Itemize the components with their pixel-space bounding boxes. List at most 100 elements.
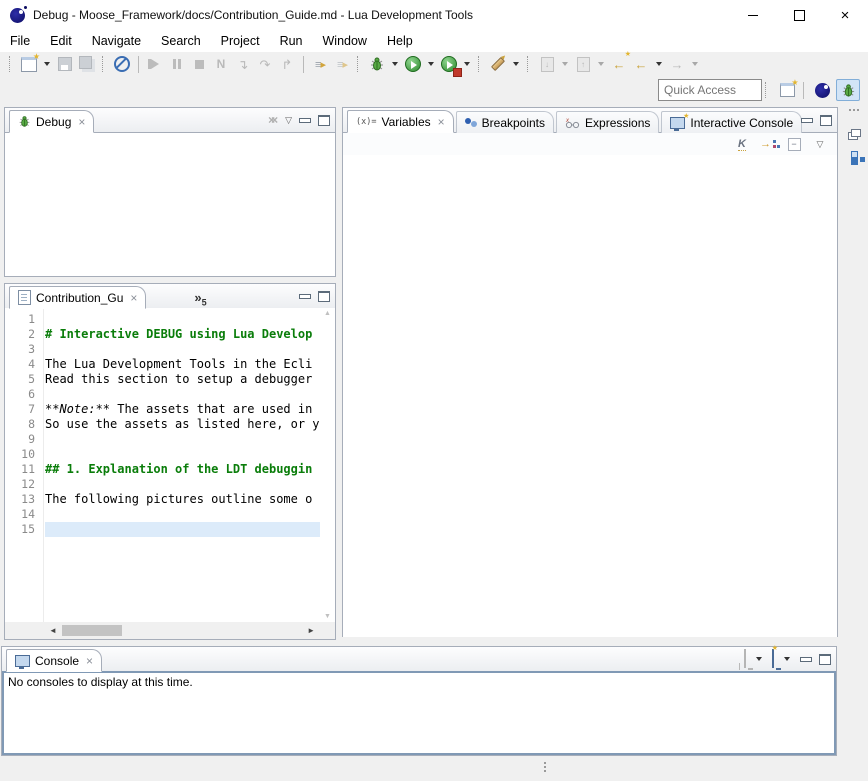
maximize-view-icon[interactable] — [820, 115, 832, 126]
maximize-window-button[interactable] — [776, 0, 822, 30]
external-tools-dropdown[interactable] — [513, 62, 519, 66]
lua-perspective-button[interactable] — [810, 79, 834, 101]
debug-launch-dropdown[interactable] — [392, 62, 398, 66]
minimize-view-icon[interactable] — [299, 118, 311, 123]
tab-console[interactable]: Console × — [6, 649, 102, 672]
maximize-view-icon[interactable] — [819, 654, 831, 665]
new-wizard-dropdown[interactable] — [44, 62, 50, 66]
line-number: 5 — [5, 372, 45, 387]
editor-line[interactable]: 14 — [5, 507, 320, 522]
editor-line[interactable]: 2# Interactive DEBUG using Lua Develop — [5, 327, 320, 342]
minimize-window-button[interactable] — [730, 0, 776, 30]
menu-search[interactable]: Search — [151, 32, 211, 50]
console-body[interactable]: No consoles to display at this time. — [2, 671, 836, 755]
editor-line[interactable]: 8So use the assets as listed here, or y — [5, 417, 320, 432]
run-launch-dropdown[interactable] — [428, 62, 434, 66]
suspend-button — [167, 54, 187, 74]
maximize-view-icon[interactable] — [318, 115, 330, 126]
close-window-button[interactable]: × — [822, 0, 868, 30]
editor-line[interactable]: 10 — [5, 447, 320, 462]
console-panel: Console × ★ No consoles to display at th… — [1, 646, 837, 756]
close-tab-icon[interactable]: × — [86, 654, 93, 668]
show-logical-structures-button[interactable]: → — [759, 135, 777, 153]
menu-run[interactable]: Run — [270, 32, 313, 50]
main-toolbar: N ↴ ↷ ↱ ≡▸ ≡▸ ↓ ↑ ← ← → — [0, 52, 868, 76]
menu-project[interactable]: Project — [211, 32, 270, 50]
last-edit-location-button[interactable]: ← — [609, 54, 629, 74]
collapse-all-button[interactable]: − — [785, 135, 803, 153]
scroll-up-icon[interactable]: ▲ — [324, 310, 331, 317]
debug-perspective-button[interactable] — [836, 79, 860, 101]
menu-file[interactable]: File — [0, 32, 40, 50]
minimize-view-icon[interactable] — [801, 118, 813, 123]
tab-breakpoints[interactable]: Breakpoints — [456, 111, 554, 133]
toolbar-grip — [102, 56, 107, 72]
tab-contribution-guide[interactable]: Contribution_Gu × — [9, 286, 146, 309]
scrollbar-thumb[interactable] — [62, 625, 122, 636]
back-button[interactable]: ← — [631, 54, 651, 74]
menu-edit[interactable]: Edit — [40, 32, 82, 50]
toolbar-grip — [9, 56, 14, 72]
editor-line[interactable]: 4The Lua Development Tools in the Ecli — [5, 357, 320, 372]
run-launch-button[interactable] — [403, 54, 423, 74]
open-console-button[interactable]: ★ — [772, 650, 774, 668]
scroll-left-icon[interactable]: ◄ — [49, 626, 57, 635]
variables-body[interactable] — [343, 155, 837, 637]
open-console-dropdown[interactable] — [784, 657, 790, 661]
minimize-view-icon[interactable] — [800, 657, 812, 662]
view-menu-icon[interactable]: ▽ — [285, 115, 292, 126]
menu-window[interactable]: Window — [313, 32, 377, 50]
editor-line[interactable]: 5Read this section to setup a debugger — [5, 372, 320, 387]
scroll-right-icon[interactable]: ► — [307, 626, 315, 635]
editor-line[interactable]: 15 — [5, 522, 320, 537]
restore-views-button[interactable] — [846, 125, 862, 143]
run-without-debug-button[interactable] — [439, 54, 459, 74]
open-perspective-button[interactable] — [775, 79, 799, 101]
tab-expressions[interactable]: x Expressions — [556, 111, 659, 133]
strip-drag-handle[interactable] — [849, 109, 859, 119]
tab-interactive-console[interactable]: ★ Interactive Console — [661, 111, 802, 133]
close-tab-icon[interactable]: × — [130, 291, 137, 305]
menu-help[interactable]: Help — [377, 32, 423, 50]
remove-terminated-launches-icon: ×× — [268, 113, 278, 127]
scroll-down-icon[interactable]: ▼ — [324, 613, 331, 620]
debug-launch-button[interactable] — [367, 54, 387, 74]
editor-line[interactable]: 11## 1. Explanation of the LDT debuggin — [5, 462, 320, 477]
menu-navigate[interactable]: Navigate — [82, 32, 151, 50]
display-selected-console-button[interactable] — [744, 650, 746, 668]
close-tab-icon[interactable]: × — [78, 115, 85, 129]
use-step-filters-button[interactable]: ≡▸ — [310, 54, 330, 74]
hidden-editors-chevron[interactable]: »5 — [194, 290, 206, 308]
maximize-view-icon[interactable] — [318, 291, 330, 302]
line-text — [45, 387, 320, 402]
editor-header-controls — [299, 284, 330, 308]
close-tab-icon[interactable]: × — [438, 115, 445, 129]
editor-line[interactable]: 1 — [5, 312, 320, 327]
outline-view-button[interactable] — [846, 145, 862, 163]
skip-all-breakpoints-button[interactable] — [112, 54, 132, 74]
editor-line[interactable]: 3 — [5, 342, 320, 357]
save-all-button — [77, 54, 97, 74]
run-without-debug-dropdown[interactable] — [464, 62, 470, 66]
editor-line[interactable]: 13The following pictures outline some o — [5, 492, 320, 507]
editor-horizontal-scrollbar[interactable]: ◄ ► — [5, 622, 335, 639]
external-tools-button[interactable] — [488, 54, 508, 74]
editor-line[interactable]: 12 — [5, 477, 320, 492]
editor-lines[interactable]: 12# Interactive DEBUG using Lua Develop3… — [5, 308, 320, 622]
variables-view-menu-button[interactable]: ▽ — [811, 135, 829, 153]
tab-variables[interactable]: (x)= Variables × — [347, 110, 454, 133]
tab-debug[interactable]: Debug × — [9, 110, 94, 133]
back-dropdown[interactable] — [656, 62, 662, 66]
editor-line[interactable]: 7**Note:** The assets that are used in — [5, 402, 320, 417]
editor-line[interactable]: 9 — [5, 432, 320, 447]
minimize-view-icon[interactable] — [299, 294, 311, 299]
debug-view-body[interactable] — [5, 133, 335, 277]
quick-access-input[interactable] — [658, 79, 762, 101]
editor-line[interactable]: 6 — [5, 387, 320, 402]
new-wizard-button[interactable] — [19, 54, 39, 74]
editor-vertical-scrollbar[interactable]: ▲ ▼ — [320, 308, 335, 622]
step-filters-config-button: ≡▸ — [332, 54, 352, 74]
display-console-dropdown[interactable] — [756, 657, 762, 661]
show-type-names-button[interactable]: K — [733, 135, 751, 153]
status-drag-handle[interactable] — [544, 762, 546, 764]
